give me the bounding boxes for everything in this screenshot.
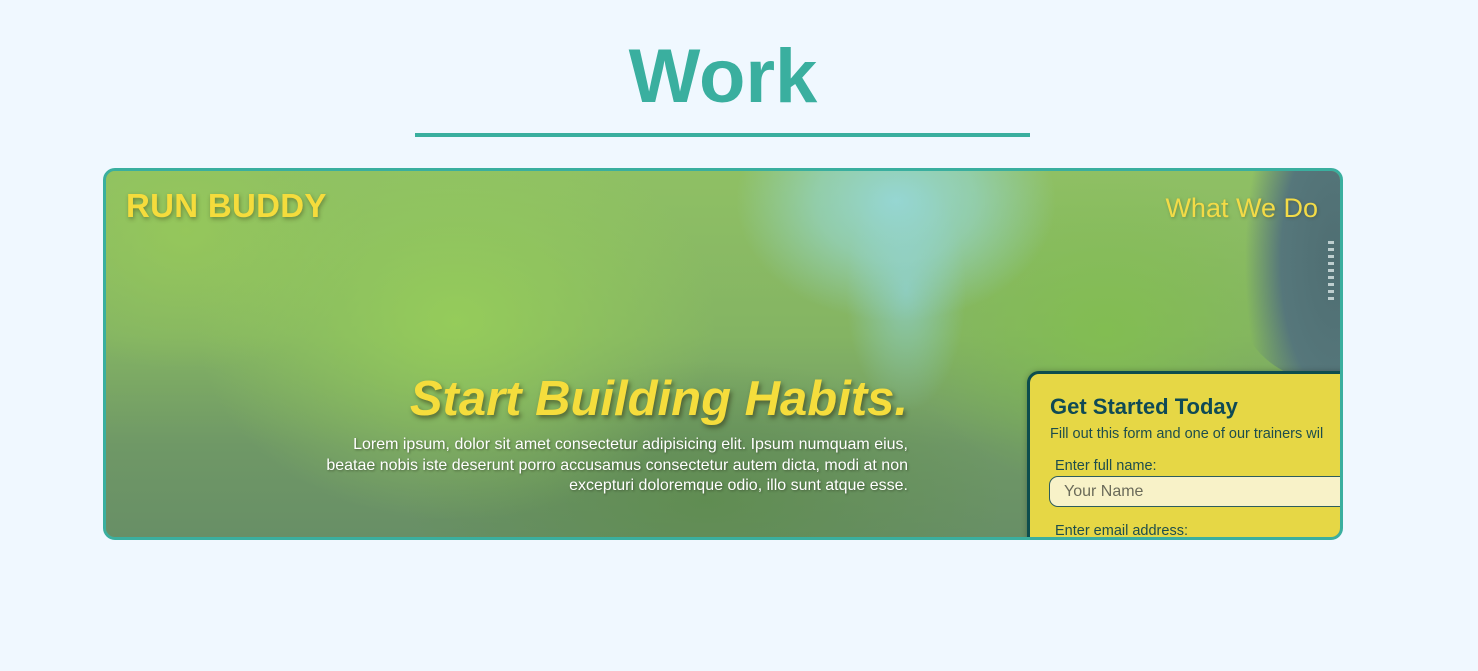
email-field-label: Enter email address:	[1055, 523, 1188, 539]
hero-headline: Start Building Habits.	[409, 372, 908, 426]
shoe-detail	[1328, 241, 1334, 301]
title-divider	[415, 133, 1030, 137]
hero-description: Lorem ipsum, dolor sit amet consectetur …	[326, 436, 908, 494]
nav-link-what-we-do[interactable]: What We Do	[1165, 193, 1318, 224]
signup-form: Get Started Today Fill out this form and…	[1027, 371, 1340, 539]
brand-logo[interactable]: RUN BUDDY	[126, 187, 327, 225]
project-card[interactable]: RUN BUDDY What We Do Start Building Habi…	[103, 168, 1343, 540]
name-field-label: Enter full name:	[1055, 458, 1157, 474]
name-input[interactable]	[1049, 476, 1340, 507]
form-title: Get Started Today	[1050, 394, 1238, 419]
form-subtitle: Fill out this form and one of our traine…	[1050, 426, 1324, 442]
page-title: Work	[628, 34, 818, 119]
